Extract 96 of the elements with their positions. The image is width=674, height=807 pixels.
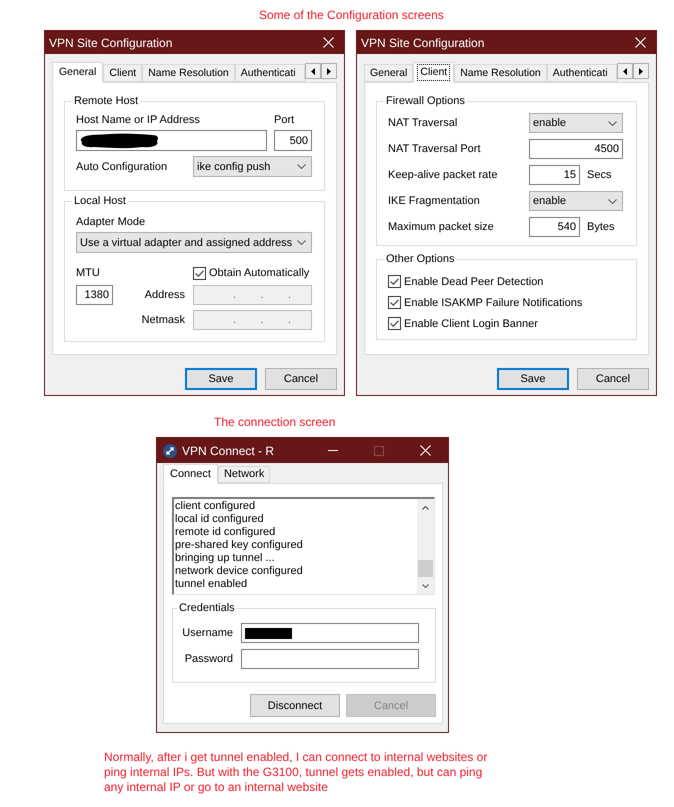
page-caption: Some of the Configuration screens [259,8,444,22]
scrollbar-thumb[interactable] [418,560,433,577]
dropdown[interactable]: enable [529,113,623,133]
field-label: NAT Traversal Port [388,142,482,156]
text-input[interactable]: 1380 [76,285,113,305]
group-title: Credentials [178,601,236,615]
triangle-right-icon [639,68,643,74]
unit-label: Bytes [587,220,615,234]
tab-scroll-left-button[interactable] [617,63,633,79]
group-title: Remote Host [73,94,140,108]
dropdown[interactable]: ike config push [193,156,312,177]
window-title: VPN Connect - R [182,444,274,458]
close-icon [323,37,334,48]
text-input[interactable] [241,623,419,643]
dialog-button[interactable]: Cancel [265,368,337,390]
field-label: Host Name or IP Address [76,113,201,127]
tab-scroll-left-button[interactable] [305,63,321,79]
window-title: VPN Site Configuration [49,36,172,50]
checkbox[interactable] [388,296,401,309]
tab[interactable]: Client [413,62,454,83]
text-input[interactable]: 4500 [529,139,623,159]
tab[interactable]: General [364,64,414,82]
text-input[interactable] [76,130,267,151]
checkbox-label[interactable]: Obtain Automatically [209,266,310,280]
field-label: Netmask [142,313,185,327]
close-icon [635,37,646,48]
dropdown[interactable]: Use a virtual adapter and assigned address [76,232,312,253]
triangle-left-icon [623,68,627,74]
dialog-button[interactable]: Save [497,368,569,390]
checkmark-icon [390,320,399,327]
field-label: NAT Traversal [388,116,458,130]
dialog-button[interactable]: Disconnect [250,694,340,717]
field-label: Keep-alive packet rate [388,168,498,182]
redaction-bar-icon [245,628,292,638]
checkmark-icon [195,270,204,276]
dropdown[interactable]: enable [529,191,623,211]
field-label: Adapter Mode [76,215,146,229]
text-input[interactable]: 500 [274,130,312,151]
text-input[interactable]: 15 [529,165,580,185]
field-label: Address [144,288,185,302]
note-paragraph: Normally, after i get tunnel enabled, I can connect to internal websites or ping internal IPs. But with the G3100, tunnel gets enabled, but can ping any internal IP or go to an internal website [104,750,488,795]
checkbox-label[interactable]: Enable Dead Peer Detection [404,274,544,288]
log-line: tunnel enabled [175,578,248,591]
unit-label: Secs [587,168,612,182]
log-line: local id configured [175,513,265,526]
checkmark-icon [390,299,399,306]
field-label: Port [274,113,294,127]
window-title: VPN Site Configuration [361,36,484,50]
tab[interactable]: Name Resolution [142,64,235,82]
tab-scroll-right-button[interactable] [633,63,649,79]
group-title: Firewall Options [385,94,466,108]
triangle-right-icon [327,68,331,74]
disc-arrows-icon [163,444,177,458]
log-line: pre-shared key configured [175,539,304,552]
dialog-button[interactable]: Save [185,368,257,390]
checkbox[interactable] [193,266,206,280]
tab[interactable]: Authenticati [234,64,305,82]
field-label: Auto Configuration [76,160,168,174]
tab[interactable]: Authenticati [546,64,617,82]
minimize-icon [328,450,338,451]
log-line: remote id configured [175,526,276,539]
dialog-button[interactable]: Cancel [577,368,649,390]
text-input[interactable] [241,649,419,669]
checkbox[interactable] [388,317,401,330]
text-input[interactable]: 540 [529,217,580,237]
triangle-left-icon [311,68,315,74]
checkbox-label[interactable]: Enable Client Login Banner [404,316,538,330]
page-caption: The connection screen [214,415,336,429]
field-label: Username [182,626,233,640]
log-line: network device configured [175,565,304,578]
field-label: Password [184,652,233,666]
chevron-up-icon [422,506,429,510]
checkmark-icon [390,278,399,285]
tab-scroll-right-button[interactable] [321,63,337,79]
field-label: IKE Fragmentation [388,194,481,208]
chevron-down-icon [608,120,617,126]
tab[interactable]: Client [103,64,142,82]
tab[interactable]: Network [218,466,270,483]
group-title: Other Options [385,252,456,266]
redaction-blot-icon [80,132,159,148]
checkbox[interactable] [388,275,401,288]
tab[interactable]: General [52,62,104,83]
log-line: client configured [175,500,256,513]
field-label: Maximum packet size [388,220,495,234]
tab[interactable]: Name Resolution [454,64,547,82]
chevron-down-icon [608,198,617,204]
chevron-down-icon [297,164,306,169]
group-title: Local Host [73,194,127,208]
scrollbar[interactable] [417,499,434,594]
tab[interactable]: Connect [163,464,218,484]
field-label: MTU [76,266,100,280]
close-icon [420,445,430,456]
log-line: bringing up tunnel ... [175,552,276,565]
checkbox-label[interactable]: Enable ISAKMP Failure Notifications [404,296,582,310]
chevron-down-icon [297,240,306,245]
chevron-down-icon [422,584,429,588]
